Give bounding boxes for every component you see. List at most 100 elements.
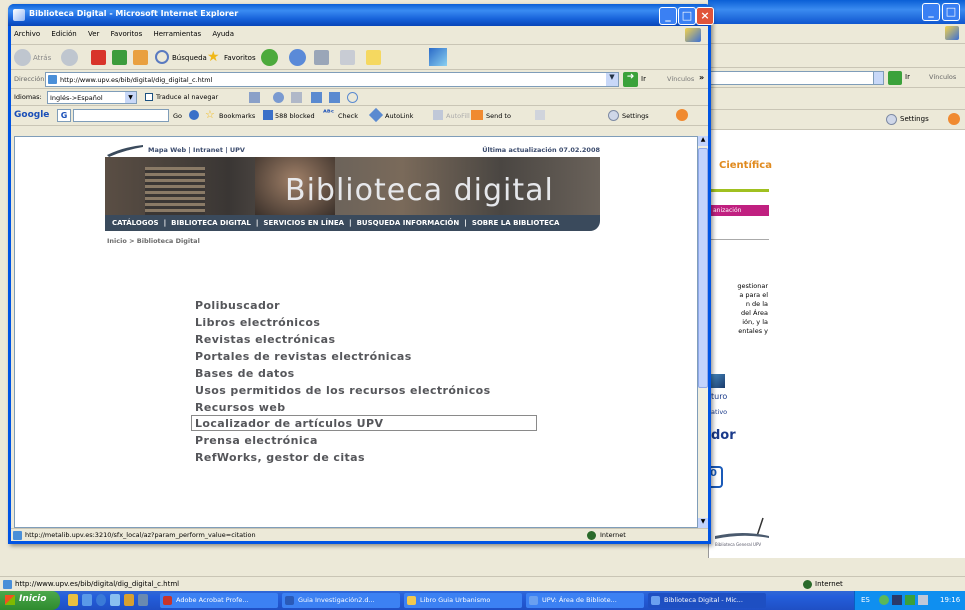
quicklaunch-icon[interactable]	[68, 594, 78, 606]
volume-icon[interactable]	[918, 595, 928, 605]
address-input[interactable]: http://www.upv.es/bib/digital/dig_digita…	[45, 72, 619, 87]
go-arrow-icon[interactable]: ➜	[623, 72, 638, 87]
refresh-icon[interactable]	[112, 50, 127, 65]
language-indicator[interactable]: ES	[861, 596, 870, 604]
start-button[interactable]: Inicio	[0, 591, 60, 610]
close-button[interactable]: ×	[696, 7, 714, 25]
sendto-icon[interactable]	[471, 110, 483, 120]
links-label[interactable]: Vínculos	[667, 75, 694, 83]
help-icon[interactable]	[273, 92, 284, 103]
links-label[interactable]: Vínculos	[929, 73, 956, 81]
dictionary-icon[interactable]	[291, 92, 302, 103]
page-translate-icon[interactable]	[311, 92, 322, 103]
home-icon[interactable]	[133, 50, 148, 65]
popup-blocked-count[interactable]: 588 blocked	[275, 112, 315, 120]
translate-icon[interactable]	[249, 92, 260, 103]
back-arrow-icon[interactable]	[14, 49, 31, 66]
language-select[interactable]: Inglés->Español ▼	[47, 91, 137, 104]
popup-blocker-icon[interactable]	[263, 110, 273, 120]
quicklaunch-icon[interactable]	[82, 594, 92, 606]
task-folder[interactable]: Libro Guia Urbanismo	[404, 593, 522, 608]
side-text[interactable]: turo	[711, 392, 727, 401]
link-bases-de-datos[interactable]: Bases de datos	[195, 367, 295, 380]
side-box[interactable]: 0	[709, 466, 723, 488]
extension-icon[interactable]	[948, 113, 960, 125]
task-word[interactable]: Guia Investigación2.d...	[282, 593, 400, 608]
tray-icon[interactable]	[879, 595, 889, 605]
favorites-star-icon[interactable]: ★	[207, 49, 220, 65]
menu-favoritos[interactable]: Favoritos	[111, 30, 143, 38]
quicklaunch-icon[interactable]	[110, 594, 120, 606]
address-url[interactable]: http://www.upv.es/bib/digital/dig_digita…	[60, 76, 212, 84]
link-prensa-electronica[interactable]: Prensa electrónica	[195, 434, 318, 447]
folder-icon[interactable]	[366, 50, 381, 65]
autolink-icon[interactable]	[368, 107, 384, 123]
scroll-up-button[interactable]: ▲	[698, 136, 708, 146]
scrollbar-thumb[interactable]	[698, 148, 708, 388]
vertical-scrollbar[interactable]: ▲ ▼	[698, 136, 708, 528]
task-upv[interactable]: UPV: Área de Bibliote...	[526, 593, 644, 608]
task-biblioteca[interactable]: Biblioteca Digital - Mic...	[648, 593, 766, 608]
menu-ver[interactable]: Ver	[88, 30, 99, 38]
search-icon[interactable]	[155, 50, 169, 64]
search-icon[interactable]	[189, 110, 199, 120]
menu-ayuda[interactable]: Ayuda	[212, 30, 234, 38]
link-refworks[interactable]: RefWorks, gestor de citas	[195, 451, 365, 464]
scroll-down-button[interactable]: ▼	[698, 518, 708, 528]
task-acrobat[interactable]: Adobe Acrobat Profe...	[160, 593, 278, 608]
print-icon[interactable]	[314, 50, 329, 65]
chevron-right-icon[interactable]: »	[699, 73, 704, 82]
chevron-down-icon[interactable]: ▼	[125, 92, 136, 103]
link-revistas-electronicas[interactable]: Revistas electrónicas	[195, 333, 335, 346]
translate-checkbox[interactable]	[145, 93, 153, 101]
bookmarks-button[interactable]: Bookmarks	[219, 112, 255, 120]
favorites-button[interactable]: Favoritos	[224, 54, 256, 62]
menu-herramientas[interactable]: Herramientas	[153, 30, 201, 38]
extension-icon[interactable]	[676, 109, 688, 121]
google-search-input[interactable]	[73, 109, 169, 122]
network-icon[interactable]	[892, 595, 902, 605]
background-window-titlebar[interactable]: _ □	[708, 0, 965, 24]
banner-icon[interactable]	[709, 374, 725, 388]
google-go-button[interactable]: Go	[173, 112, 182, 120]
link-localizador-articulos[interactable]: Localizador de artículos UPV	[195, 417, 383, 430]
autolink-button[interactable]: AutoLink	[385, 112, 413, 120]
menu-edicion[interactable]: Edición	[51, 30, 76, 38]
go-button[interactable]: Ir	[641, 75, 646, 83]
menu-archivo[interactable]: Archivo	[14, 30, 40, 38]
word-translate-icon[interactable]	[329, 92, 340, 103]
background-address-input[interactable]	[708, 71, 880, 85]
messenger-icon[interactable]	[429, 48, 447, 66]
ie-quicklaunch-icon[interactable]	[96, 594, 106, 606]
link-polibuscador[interactable]: Polibuscador	[195, 299, 280, 312]
info-icon[interactable]	[347, 92, 358, 103]
search-button[interactable]: Búsqueda	[172, 54, 207, 62]
link-recursos-web[interactable]: Recursos web	[195, 401, 286, 414]
check-button[interactable]: Check	[338, 112, 358, 120]
back-button-label[interactable]: Atrás	[33, 54, 51, 62]
quicklaunch-icon[interactable]	[138, 594, 148, 606]
minimize-button[interactable]: _	[659, 7, 677, 25]
translate-checkbox-label[interactable]: Traduce al navegar	[156, 93, 218, 101]
go-arrow-icon[interactable]	[888, 71, 902, 85]
stop-icon[interactable]	[91, 50, 106, 65]
go-label[interactable]: Ir	[905, 73, 910, 81]
settings-button[interactable]: Settings	[900, 115, 929, 123]
window-titlebar[interactable]: Biblioteca Digital - Microsoft Internet …	[8, 4, 714, 26]
side-text[interactable]: ativo	[711, 408, 727, 416]
forward-arrow-icon[interactable]	[61, 49, 78, 66]
history-icon[interactable]	[261, 49, 278, 66]
sendto-button[interactable]: Send to	[486, 112, 511, 120]
link-portales-revistas[interactable]: Portales de revistas electrónicas	[195, 350, 412, 363]
quicklaunch-icon[interactable]	[124, 594, 134, 606]
autofill-button[interactable]: AutoFill	[446, 112, 470, 120]
mail-icon[interactable]	[289, 49, 306, 66]
edit-icon[interactable]	[340, 50, 355, 65]
address-dropdown-button[interactable]	[873, 71, 884, 85]
highlighter-icon[interactable]	[535, 110, 545, 120]
link-usos-permitidos[interactable]: Usos permitidos de los recursos electrón…	[195, 384, 491, 397]
address-dropdown-button[interactable]: ▼	[606, 73, 618, 86]
maximize-button[interactable]: □	[942, 3, 960, 21]
spellcheck-icon[interactable]: ᴬᴮᶜ	[323, 108, 334, 117]
minimize-button[interactable]: _	[922, 3, 940, 21]
